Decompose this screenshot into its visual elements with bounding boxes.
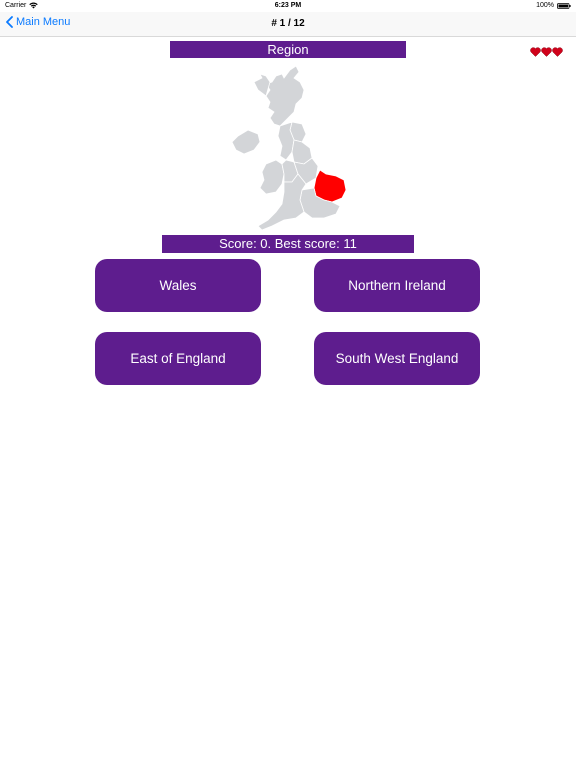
heart-icon [530,44,541,57]
map-region-northern-ireland [231,129,261,155]
question-counter-title: # 1 / 12 [271,18,305,29]
question-label-banner: Region [170,41,406,58]
navigation-bar: Main Menu # 1 / 12 [0,12,576,37]
status-battery-group: 100% [536,2,571,9]
answer-button-1[interactable]: Wales [95,259,261,312]
heart-icon [552,44,563,57]
lives-indicator [530,44,563,57]
answer-button-2[interactable]: Northern Ireland [314,259,480,312]
uk-map-icon [226,60,356,232]
score-banner: Score: 0. Best score: 11 [162,235,414,253]
answer-button-3[interactable]: East of England [95,332,261,385]
map-region-scotland [265,65,305,127]
quiz-screen: Carrier 6:23 PM 100% Main Menu # 1 / 12 … [0,0,576,768]
battery-icon [557,2,571,9]
status-bar: Carrier 6:23 PM 100% [0,0,576,12]
map-region-wales [259,159,285,195]
status-time: 6:23 PM [274,2,302,9]
battery-percent: 100% [536,2,554,9]
answer-button-4[interactable]: South West England [314,332,480,385]
heart-icon [541,44,552,57]
map-region-scotland-north [253,73,271,97]
